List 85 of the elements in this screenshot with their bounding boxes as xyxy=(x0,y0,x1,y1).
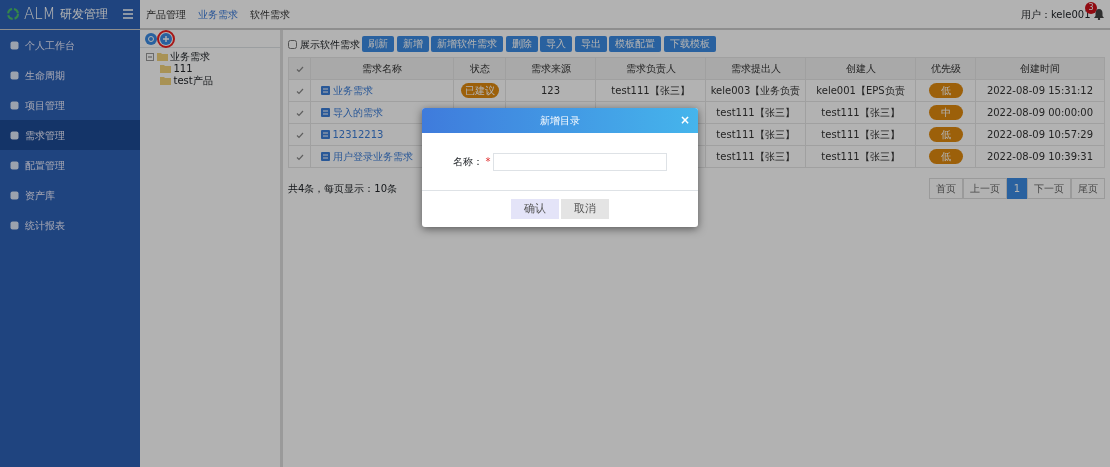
name-input[interactable] xyxy=(493,152,667,171)
close-button[interactable]: × xyxy=(679,113,690,127)
document-icon xyxy=(321,129,330,139)
table-cell: test111【张三】 xyxy=(805,101,916,124)
check-icon[interactable] xyxy=(295,65,304,73)
table-cell: test111【张三】 xyxy=(705,101,806,124)
tree-node[interactable]: test产品 xyxy=(173,74,213,87)
page-summary: 共4条，每页显示：10条 xyxy=(288,182,398,196)
table-cell: test111【张三】 xyxy=(805,123,916,146)
table-cell: test111【张三】 xyxy=(705,123,806,146)
column-header: 需求负责人 xyxy=(595,57,706,80)
toolbar-button[interactable]: 刷新 xyxy=(362,36,394,52)
document-icon xyxy=(321,107,330,117)
folder-icon xyxy=(156,52,168,61)
column-header: 创建时间 xyxy=(975,57,1105,80)
folder-icon xyxy=(160,64,171,73)
page-link[interactable]: 上一页 xyxy=(962,178,1007,199)
checkbox-label: 展示软件需求 xyxy=(299,37,360,52)
tree-node[interactable]: 111 xyxy=(173,62,193,75)
sidebar-item[interactable]: 生命周期 xyxy=(0,60,140,90)
status-badge: 已建议 xyxy=(460,83,499,98)
toolbar-button[interactable]: 删除 xyxy=(505,36,538,52)
table-cell: test111【张三】 xyxy=(705,145,806,168)
check-icon[interactable] xyxy=(295,131,304,139)
cancel-button[interactable]: 取消 xyxy=(561,199,610,219)
check-icon[interactable] xyxy=(295,153,304,161)
priority-badge: 低 xyxy=(928,83,963,98)
minus-box-icon[interactable] xyxy=(146,52,154,61)
toolbar-button[interactable]: 下载模板 xyxy=(663,36,716,52)
document-icon xyxy=(321,151,330,161)
table-cell: test111【张三】 xyxy=(595,79,706,102)
table-cell: 2022-08-09 10:57:29 xyxy=(975,123,1105,146)
column-header: 需求提出人 xyxy=(705,57,806,80)
column-header: 需求来源 xyxy=(505,57,596,80)
sidebar-item[interactable]: 项目管理 xyxy=(0,90,140,120)
table-cell: 123 xyxy=(505,79,596,102)
toolbar-button[interactable]: 导入 xyxy=(540,36,572,52)
requirement-link[interactable]: 业务需求 xyxy=(332,82,373,98)
sidebar-item[interactable]: 统计报表 xyxy=(0,210,140,240)
confirm-button[interactable]: 确认 xyxy=(510,199,559,219)
field-label: 名称： xyxy=(453,155,483,169)
page-link[interactable]: 下一页 xyxy=(1027,178,1071,199)
check-icon[interactable] xyxy=(295,109,304,117)
column-header: 创建人 xyxy=(805,57,916,80)
table-cell: 2022-08-09 15:31:12 xyxy=(975,79,1105,102)
sidebar-item[interactable]: 需求管理 xyxy=(0,120,140,150)
table-cell: test111【张三】 xyxy=(805,145,916,168)
sidebar-item[interactable]: 个人工作台 xyxy=(0,30,140,60)
toolbar-button[interactable]: 新增 xyxy=(396,36,429,52)
refresh-icon[interactable] xyxy=(145,32,157,45)
toolbar-button[interactable]: 模板配置 xyxy=(609,36,661,52)
bell-icon xyxy=(1093,8,1105,20)
ring-icon xyxy=(6,7,20,21)
column-header: 需求名称 xyxy=(310,57,454,80)
tree-node[interactable]: 业务需求 xyxy=(170,50,210,63)
required-mark: * xyxy=(485,155,491,169)
checkbox[interactable] xyxy=(288,39,297,49)
column-header: 状态 xyxy=(453,57,506,80)
page-link[interactable]: 首页 xyxy=(928,178,963,199)
toolbar-button[interactable]: 导出 xyxy=(574,36,607,52)
document-icon xyxy=(321,85,330,95)
menu-icon xyxy=(122,9,134,19)
sidebar-item[interactable]: 配置管理 xyxy=(0,150,140,180)
table-cell: kele001【EPS负责 xyxy=(805,79,916,102)
toolbar-button[interactable]: 新增软件需求 xyxy=(431,36,503,52)
nav-tab[interactable]: 产品管理 xyxy=(140,6,192,22)
notification-badge: 3 xyxy=(1085,2,1097,14)
column-header: 优先级 xyxy=(915,57,976,80)
nav-tab[interactable]: 软件需求 xyxy=(244,6,296,22)
app-title: 研发管理 xyxy=(59,6,108,23)
sidebar-item[interactable]: 资产库 xyxy=(0,180,140,210)
nav-tab[interactable]: 业务需求 xyxy=(192,6,244,22)
check-icon[interactable] xyxy=(295,87,304,95)
priority-badge: 低 xyxy=(928,127,963,142)
priority-badge: 中 xyxy=(928,105,963,120)
add-icon[interactable] xyxy=(159,32,172,45)
page-link[interactable]: 1 xyxy=(1006,178,1027,199)
table-cell: 2022-08-09 10:39:31 xyxy=(975,145,1105,168)
priority-badge: 低 xyxy=(928,149,963,164)
table-cell: kele003【业务负责 xyxy=(705,79,806,102)
logo-text: ALM xyxy=(24,3,56,25)
table-cell: 2022-08-09 00:00:00 xyxy=(975,101,1105,124)
folder-icon xyxy=(160,76,171,85)
dialog-title: 新增目录 xyxy=(540,114,580,128)
page-link[interactable]: 尾页 xyxy=(1071,178,1105,199)
